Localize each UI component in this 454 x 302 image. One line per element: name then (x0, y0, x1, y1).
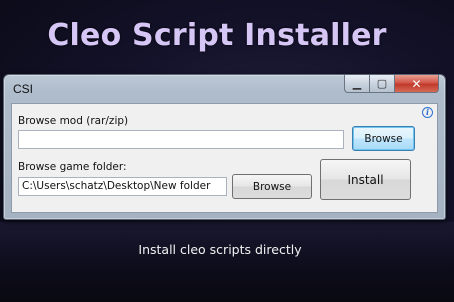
minimize-button[interactable]: ▁ (344, 75, 370, 93)
maximize-icon: ▢ (376, 77, 388, 90)
mod-path-input[interactable] (18, 130, 344, 149)
browse-mod-button[interactable]: Browse (352, 126, 415, 151)
mod-label: Browse mod (rar/zip) (18, 115, 129, 127)
window-controls: ▁ ▢ ✕ (344, 75, 439, 93)
window-title: CSI (13, 82, 34, 96)
info-icon[interactable]: i (422, 107, 433, 118)
banner-title: Cleo Script Installer (47, 18, 387, 53)
csi-window: CSI ▁ ▢ ✕ i Browse mod (rar/zip) Browse … (3, 74, 446, 220)
game-folder-input[interactable]: C:\Users\schatz\Desktop\New folder (18, 177, 227, 196)
close-icon: ✕ (411, 76, 422, 91)
background-ground (0, 222, 454, 302)
game-folder-label: Browse game folder: (18, 161, 127, 173)
tagline: Install cleo scripts directly (138, 242, 302, 257)
minimize-icon: ▁ (352, 77, 362, 90)
browse-folder-button[interactable]: Browse (232, 174, 312, 199)
close-button[interactable]: ✕ (395, 75, 439, 93)
window-client-area: i Browse mod (rar/zip) Browse Browse gam… (11, 103, 438, 213)
maximize-button[interactable]: ▢ (370, 75, 395, 93)
install-button[interactable]: Install (320, 159, 411, 200)
